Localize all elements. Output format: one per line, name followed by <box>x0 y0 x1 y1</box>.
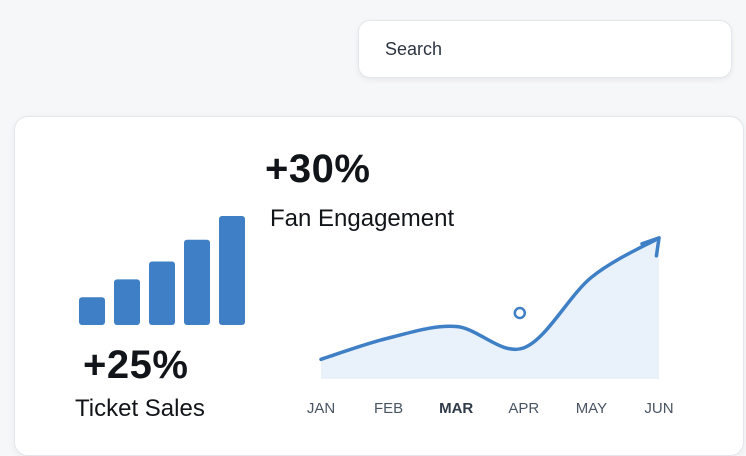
month-tick-label: JAN <box>307 400 335 417</box>
fan-engagement-area <box>321 237 659 379</box>
charts-canvas: JAN FEB MAR APR MAY JUN <box>79 215 674 417</box>
month-tick-label: MAY <box>576 400 607 417</box>
ticket-sales-bar <box>114 279 140 325</box>
ticket-sales-bar <box>149 261 175 325</box>
month-tick-label: JUN <box>644 400 673 417</box>
search-box[interactable] <box>358 20 732 78</box>
ticket-sales-bar <box>219 215 245 325</box>
search-input[interactable] <box>383 37 731 61</box>
highlight-point <box>513 306 527 320</box>
month-tick-label: FEB <box>374 400 403 417</box>
ticket-sales-bar <box>184 239 210 325</box>
ticket-sales-bar-chart <box>79 215 245 325</box>
month-tick-label: APR <box>508 400 539 417</box>
ticket-sales-bar <box>79 297 105 325</box>
fan-engagement-line-chart: JAN FEB MAR APR MAY JUN <box>307 236 674 417</box>
month-tick-label: MAR <box>439 400 473 417</box>
stats-card: +30% Fan Engagement +25% Ticket Sales JA… <box>14 116 744 456</box>
